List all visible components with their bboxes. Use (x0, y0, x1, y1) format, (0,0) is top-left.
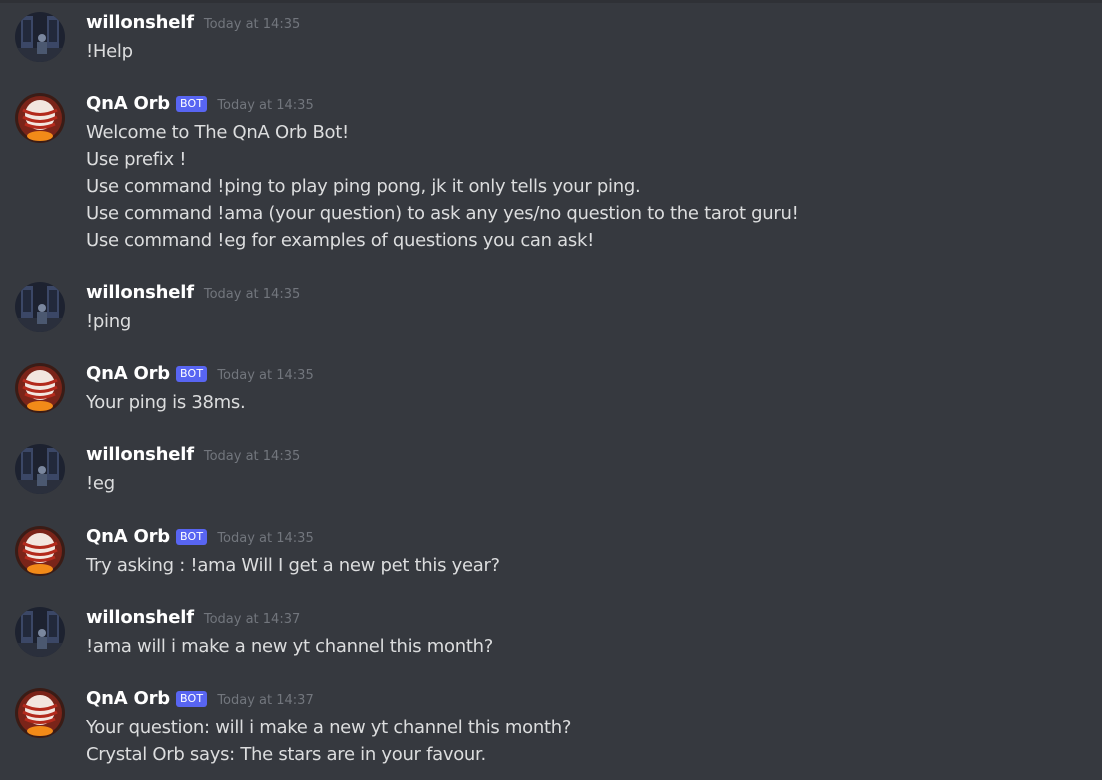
message-timestamp: Today at 14:35 (217, 98, 314, 113)
message-timestamp: Today at 14:35 (203, 287, 301, 302)
message-line: Your question: will i make a new yt chan… (86, 717, 572, 738)
chat-message: QnA Orb BOT Today at 14:35 Try asking : … (0, 526, 1102, 586)
user-avatar-icon[interactable] (15, 12, 65, 62)
message-text: Your question: will i make a new yt chan… (86, 714, 1082, 768)
message-text: !eg (86, 470, 1082, 497)
crystal-orb-avatar-icon[interactable] (15, 363, 65, 413)
chat-messages: willonshelf Today at 14:35 !Help QnA Orb (0, 0, 1102, 780)
user-avatar-icon[interactable] (15, 444, 65, 494)
crystal-orb-avatar-icon[interactable] (15, 688, 65, 738)
bot-badge: BOT (175, 96, 208, 112)
bot-badge: BOT (175, 529, 208, 545)
message-content: willonshelf Today at 14:35 !eg (86, 444, 1082, 497)
message-line: !Help (86, 41, 133, 62)
username[interactable]: willonshelf (86, 282, 194, 303)
message-text: Welcome to The QnA Orb Bot! Use prefix !… (86, 119, 1082, 254)
username[interactable]: QnA Orb (86, 363, 170, 384)
message-text: !ama will i make a new yt channel this m… (86, 633, 1082, 660)
message-line: Crystal Orb says: The stars are in your … (86, 744, 486, 765)
message-line: !eg (86, 473, 115, 494)
user-avatar-icon[interactable] (15, 607, 65, 657)
message-header: QnA Orb BOT Today at 14:35 (86, 526, 1082, 552)
message-header: willonshelf Today at 14:35 (86, 282, 1082, 308)
chat-message: QnA Orb BOT Today at 14:37 Your question… (0, 688, 1102, 773)
message-line: Use command !eg for examples of question… (86, 230, 595, 251)
bot-badge: BOT (175, 366, 208, 382)
message-timestamp: Today at 14:35 (217, 368, 314, 383)
message-header: willonshelf Today at 14:35 (86, 444, 1082, 470)
username[interactable]: willonshelf (86, 444, 194, 465)
username[interactable]: QnA Orb (86, 93, 170, 114)
message-header: QnA Orb BOT Today at 14:35 (86, 93, 1082, 119)
message-content: QnA Orb BOT Today at 14:37 Your question… (86, 688, 1082, 768)
message-content: willonshelf Today at 14:37 !ama will i m… (86, 607, 1082, 660)
username[interactable]: QnA Orb (86, 526, 170, 547)
message-timestamp: Today at 14:35 (217, 531, 314, 546)
message-header: QnA Orb BOT Today at 14:37 (86, 688, 1082, 714)
message-content: willonshelf Today at 14:35 !Help (86, 12, 1082, 65)
message-line: Your ping is 38ms. (86, 392, 246, 413)
message-line: Use prefix ! (86, 149, 187, 170)
crystal-orb-avatar-icon[interactable] (15, 526, 65, 576)
username[interactable]: willonshelf (86, 12, 194, 33)
chat-message: QnA Orb BOT Today at 14:35 Your ping is … (0, 363, 1102, 423)
message-timestamp: Today at 14:35 (203, 449, 301, 464)
message-timestamp: Today at 14:37 (203, 612, 301, 627)
message-content: willonshelf Today at 14:35 !ping (86, 282, 1082, 335)
message-line: !ping (86, 311, 131, 332)
chat-message: willonshelf Today at 14:35 !Help (0, 12, 1102, 72)
message-text: !ping (86, 308, 1082, 335)
chat-message: willonshelf Today at 14:35 !ping (0, 282, 1102, 342)
username[interactable]: willonshelf (86, 607, 194, 628)
message-header: QnA Orb BOT Today at 14:35 (86, 363, 1082, 389)
chat-message: willonshelf Today at 14:37 !ama will i m… (0, 607, 1102, 667)
username[interactable]: QnA Orb (86, 688, 170, 709)
crystal-orb-avatar-icon[interactable] (15, 93, 65, 143)
message-line: Welcome to The QnA Orb Bot! (86, 122, 349, 143)
message-timestamp: Today at 14:37 (217, 693, 314, 708)
message-header: willonshelf Today at 14:37 (86, 607, 1082, 633)
message-line: Try asking : !ama Will I get a new pet t… (86, 555, 500, 576)
message-line: !ama will i make a new yt channel this m… (86, 636, 493, 657)
user-avatar-icon[interactable] (15, 282, 65, 332)
chat-message: willonshelf Today at 14:35 !eg (0, 444, 1102, 504)
message-line: Use command !ama (your question) to ask … (86, 203, 799, 224)
chat-message: QnA Orb BOT Today at 14:35 Welcome to Th… (0, 93, 1102, 258)
message-line: Use command !ping to play ping pong, jk … (86, 176, 641, 197)
message-text: Your ping is 38ms. (86, 389, 1082, 416)
message-content: QnA Orb BOT Today at 14:35 Try asking : … (86, 526, 1082, 579)
message-content: QnA Orb BOT Today at 14:35 Welcome to Th… (86, 93, 1082, 254)
message-text: !Help (86, 38, 1082, 65)
message-timestamp: Today at 14:35 (203, 17, 301, 32)
message-content: QnA Orb BOT Today at 14:35 Your ping is … (86, 363, 1082, 416)
message-header: willonshelf Today at 14:35 (86, 12, 1082, 38)
bot-badge: BOT (175, 691, 208, 707)
message-text: Try asking : !ama Will I get a new pet t… (86, 552, 1082, 579)
